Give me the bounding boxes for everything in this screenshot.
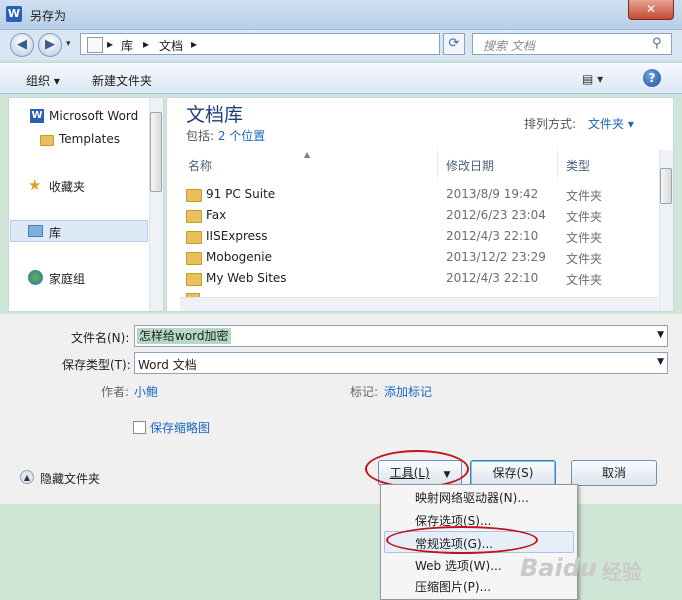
column-header-date[interactable]: 修改日期 — [438, 150, 558, 178]
file-type: 文件夹 — [566, 252, 603, 266]
file-type: 文件夹 — [566, 231, 603, 245]
includes-label: 包括: — [186, 129, 218, 143]
search-icon[interactable]: ⚲ — [652, 36, 666, 51]
folder-icon — [186, 273, 202, 286]
star-icon: ★ — [28, 176, 42, 194]
file-name: My Web Sites — [206, 271, 287, 285]
arrange-by-label: 排列方式: — [524, 117, 577, 131]
nav-scrollbar-thumb[interactable] — [150, 112, 162, 192]
library-includes: 包括: 2 个位置 — [186, 127, 265, 144]
breadcrumb-library[interactable]: 库 — [121, 37, 133, 54]
file-date: 2013/8/9 19:42 — [446, 187, 539, 201]
file-type: 文件夹 — [566, 273, 603, 287]
cancel-button[interactable]: 取消 — [571, 460, 657, 486]
file-type: 文件夹 — [566, 210, 603, 224]
file-date: 2012/6/23 23:04 — [446, 208, 546, 222]
search-input[interactable]: 搜索 文档 — [472, 33, 672, 55]
computer-icon — [87, 37, 103, 53]
file-date: 2012/4/3 22:10 — [446, 271, 539, 285]
back-button[interactable]: ◀ — [10, 33, 34, 57]
watermark-suffix: 经验 — [602, 560, 642, 584]
help-icon[interactable]: ? — [643, 69, 661, 87]
view-options-icon[interactable]: ▤ ▾ — [582, 72, 603, 86]
horizontal-scrollbar[interactable] — [180, 297, 658, 311]
word-icon: W — [30, 109, 44, 123]
chevron-down-icon[interactable]: ▼ — [657, 357, 664, 367]
nav-item-microsoft-word[interactable]: Microsoft Word — [49, 109, 138, 123]
close-button[interactable]: ✕ — [628, 0, 674, 20]
nav-item-favorites[interactable]: 收藏夹 — [49, 178, 85, 195]
save-thumbnail-checkbox[interactable] — [133, 421, 146, 434]
nav-item-templates[interactable]: Templates — [59, 132, 120, 146]
author-value[interactable]: 小鲍 — [134, 383, 158, 400]
folder-icon — [186, 189, 202, 202]
chevron-down-icon[interactable]: ▼ — [657, 330, 664, 340]
homegroup-icon — [28, 270, 43, 285]
filename-label: 文件名(N): — [71, 331, 130, 345]
forward-button[interactable]: ▶ — [38, 33, 62, 57]
window-title: 另存为 — [30, 9, 67, 23]
command-toolbar: 组织 ▾ 新建文件夹 ▤ ▾ — [0, 62, 682, 94]
collapse-icon[interactable]: ▲ — [20, 470, 34, 484]
breadcrumb-separator[interactable]: ▸ — [143, 37, 149, 51]
tags-label: 标记: — [350, 385, 379, 399]
organize-button[interactable]: 组织 ▾ — [26, 72, 60, 89]
menu-item-map-network-drive[interactable]: 映射网络驱动器(N)... — [415, 489, 529, 506]
arrange-by-dropdown[interactable]: 文件夹 ▾ — [588, 115, 634, 132]
folder-icon — [40, 135, 54, 146]
title-bar — [0, 0, 682, 30]
library-title: 文档库 — [186, 104, 244, 126]
file-list-scrollbar-thumb[interactable] — [660, 168, 672, 204]
sort-ascending-icon: ▲ — [304, 150, 311, 159]
word-app-icon: W — [6, 6, 22, 22]
menu-item-compress-pictures[interactable]: 压缩图片(P)... — [415, 578, 491, 595]
file-name: 91 PC Suite — [206, 187, 276, 201]
column-header-type[interactable]: 类型 — [558, 150, 658, 178]
add-tags-link[interactable]: 添加标记 — [384, 383, 432, 400]
file-name: IISExpress — [206, 229, 268, 243]
nav-item-homegroup[interactable]: 家庭组 — [49, 270, 85, 287]
hide-folders-button[interactable]: 隐藏文件夹 — [40, 470, 100, 487]
file-name: Fax — [206, 208, 227, 222]
menu-item-web-options[interactable]: Web 选项(W)... — [415, 557, 502, 574]
filetype-value: Word 文档 — [138, 358, 197, 372]
refresh-icon[interactable]: ⟳ — [443, 33, 465, 55]
highlight-ellipse-general-options — [386, 526, 538, 554]
file-row[interactable]: Fax 2012/6/23 23:04 文件夹 — [180, 205, 658, 226]
file-row[interactable]: Mobogenie 2013/12/2 23:29 文件夹 — [180, 247, 658, 268]
file-row[interactable]: IISExpress 2012/4/3 22:10 文件夹 — [180, 226, 658, 247]
file-date: 2013/12/2 23:29 — [446, 250, 546, 264]
watermark-brand: Baidu — [520, 554, 597, 582]
file-type: 文件夹 — [566, 189, 603, 203]
breadcrumb-separator[interactable]: ▸ — [107, 37, 113, 51]
nav-item-library[interactable]: 库 — [49, 224, 61, 241]
filename-value[interactable]: 怎样给word加密 — [137, 328, 231, 344]
filetype-select[interactable]: Word 文档 ▼ — [134, 352, 668, 374]
save-thumbnail-label[interactable]: 保存缩略图 — [150, 419, 210, 436]
file-row[interactable]: My Web Sites 2012/4/3 22:10 文件夹 — [180, 268, 658, 289]
filetype-label: 保存类型(T): — [62, 358, 131, 372]
file-row[interactable]: 91 PC Suite 2013/8/9 19:42 文件夹 — [180, 184, 658, 205]
new-folder-button[interactable]: 新建文件夹 — [92, 72, 152, 89]
filename-input[interactable]: 怎样给word加密 ▼ — [134, 325, 668, 347]
highlight-ellipse-tools — [365, 450, 469, 488]
folder-icon — [186, 231, 202, 244]
file-date: 2012/4/3 22:10 — [446, 229, 539, 243]
breadcrumb-documents[interactable]: 文档 — [159, 37, 183, 54]
folder-icon — [186, 210, 202, 223]
address-field[interactable]: ▸ 库 ▸ 文档 ▸ ▼ — [80, 33, 510, 55]
folder-icon — [186, 252, 202, 265]
save-button[interactable]: 保存(S) — [470, 460, 556, 486]
locations-link[interactable]: 2 个位置 — [218, 129, 265, 143]
library-icon — [28, 225, 43, 237]
author-label: 作者: — [101, 385, 130, 399]
breadcrumb-separator[interactable]: ▸ — [191, 37, 197, 51]
file-name: Mobogenie — [206, 250, 272, 264]
baidu-watermark: Baidu 经验 — [520, 540, 660, 596]
recent-locations-dropdown[interactable]: ▾ — [66, 39, 71, 49]
